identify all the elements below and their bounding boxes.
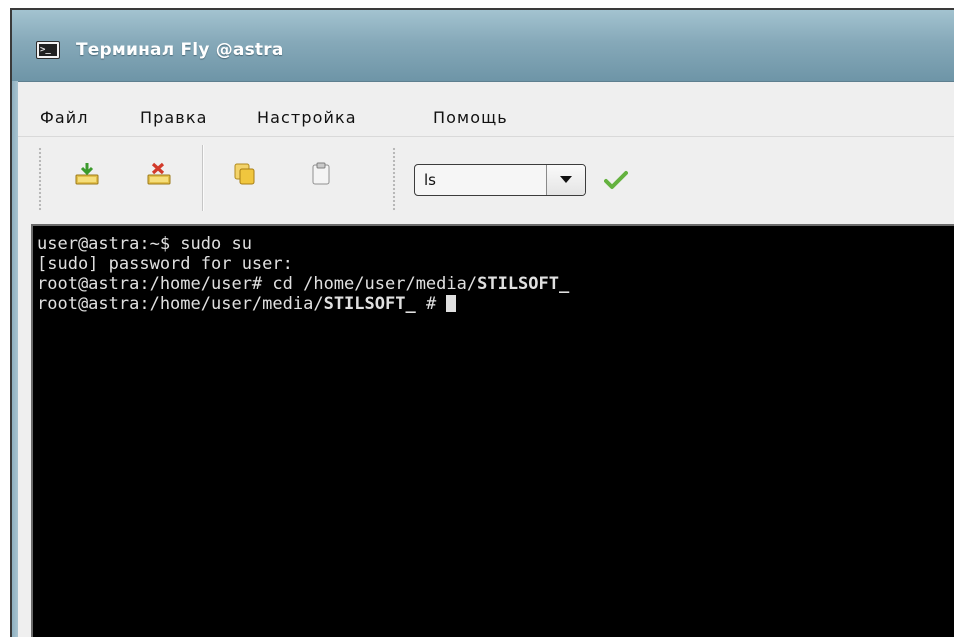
close-tab-icon[interactable] <box>146 161 172 187</box>
terminal-cursor <box>446 295 457 312</box>
command-combobox[interactable]: ls <box>414 164 586 196</box>
menu-help[interactable]: Помощь <box>433 108 508 127</box>
toolbar-separator <box>202 145 204 211</box>
terminal-line: root@astra:/home/user# cd /home/user/med… <box>37 274 954 294</box>
window-title: Терминал Fly @astra <box>76 40 284 60</box>
terminal-window: >_ Терминал Fly @astra Файл Правка Настр… <box>10 8 954 637</box>
terminal-dirname: STILSOFT_ <box>477 274 570 294</box>
terminal-line: root@astra:/home/user/media/STILSOFT_ # <box>37 294 954 314</box>
menu-file[interactable]: Файл <box>40 108 89 127</box>
chevron-down-icon[interactable] <box>546 165 585 195</box>
terminal-text: user@astra:~$ sudo su <box>37 234 252 254</box>
toolbar: ls <box>18 136 954 221</box>
paste-icon[interactable] <box>308 161 334 187</box>
new-tab-icon[interactable] <box>74 161 100 187</box>
terminal-text: [sudo] password for user: <box>37 254 293 274</box>
terminal-text: root@astra:/home/user# cd /home/user/med… <box>37 274 478 294</box>
command-combobox-value: ls <box>424 171 436 189</box>
toolbar-grip[interactable] <box>38 147 42 211</box>
terminal-prompt-symbol: # <box>415 294 447 314</box>
terminal-line: [sudo] password for user: <box>37 254 954 274</box>
terminal-icon: >_ <box>36 41 60 59</box>
title-bar[interactable]: >_ Терминал Fly @astra <box>12 10 954 82</box>
copy-icon[interactable] <box>232 161 258 187</box>
checkmark-icon[interactable] <box>604 169 628 191</box>
terminal-dirname: STILSOFT_ <box>323 294 416 314</box>
terminal-text: root@astra:/home/user/media/ <box>37 294 324 314</box>
toolbar-grip-2[interactable] <box>392 147 396 211</box>
menu-edit[interactable]: Правка <box>140 108 208 127</box>
terminal-output[interactable]: user@astra:~$ sudo su [sudo] password fo… <box>33 226 954 637</box>
menu-bar: Файл Правка Настройка Помощь <box>18 82 954 136</box>
menu-settings[interactable]: Настройка <box>257 108 357 127</box>
terminal-line: user@astra:~$ sudo su <box>37 234 954 254</box>
